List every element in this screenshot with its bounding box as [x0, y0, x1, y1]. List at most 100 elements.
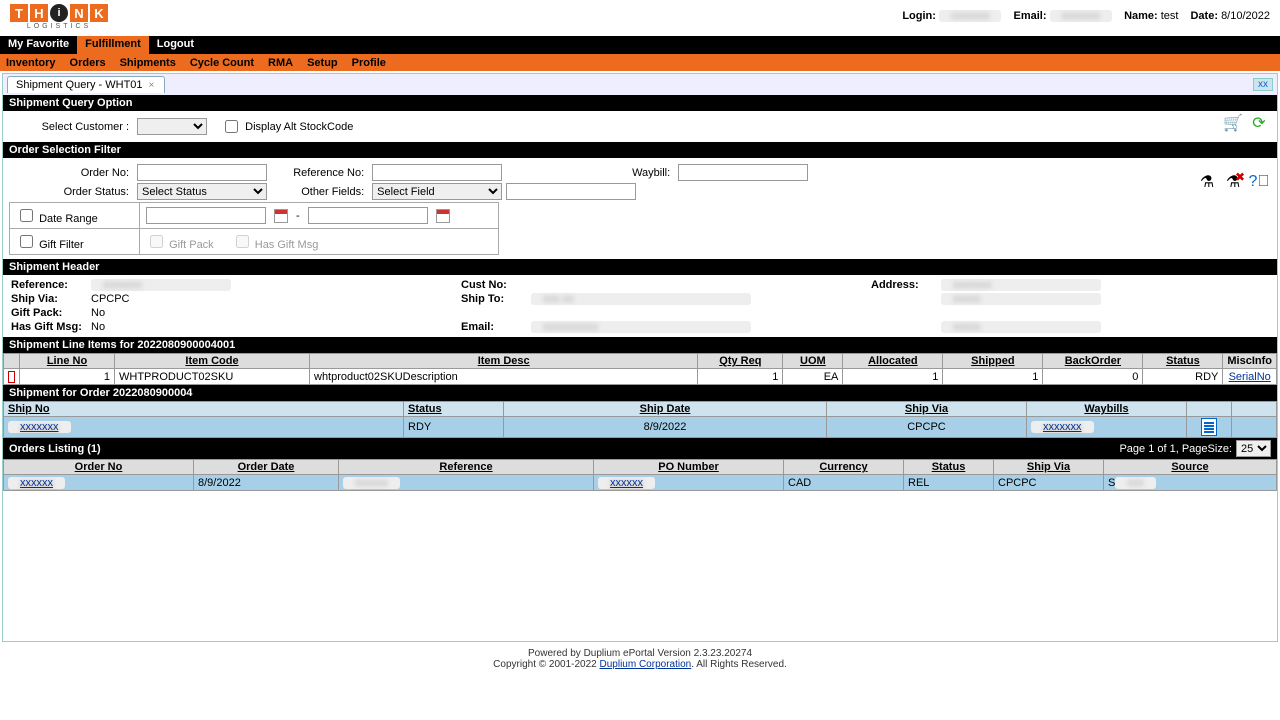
cell-uom: EA	[783, 369, 843, 385]
waybill-input[interactable]	[678, 164, 808, 181]
date-label: Date:	[1190, 10, 1218, 22]
shipment-row[interactable]: xxxxxxx RDY 8/9/2022 CPCPC xxxxxxx	[4, 417, 1277, 438]
cart-icon[interactable]: 🛒	[1223, 113, 1243, 133]
logo-t: T	[10, 4, 28, 22]
select-customer-label: Select Customer :	[9, 121, 129, 133]
nav2-cycle-count[interactable]: Cycle Count	[190, 57, 254, 69]
ocol-order-no[interactable]: Order No	[4, 460, 194, 475]
nav2-shipments[interactable]: Shipments	[120, 57, 176, 69]
nav2-orders[interactable]: Orders	[70, 57, 106, 69]
scol-doc	[1187, 402, 1232, 417]
other-fields-select[interactable]: Select Field	[372, 183, 502, 200]
document-tab[interactable]: Shipment Query - WHT01 ×	[7, 76, 165, 93]
user-info: Login: xxxxxxx Email: xxxxxxx Name: test…	[902, 4, 1270, 22]
hdr-ship-to-v: xxx xx	[531, 293, 751, 305]
hdr-address-v3: xxxxx	[941, 321, 1101, 333]
hdr-ship-via-v: CPCPC	[91, 293, 231, 305]
po-number-link[interactable]: xxxxxx	[598, 477, 655, 489]
logo-subtext: LOGISTICS	[10, 23, 108, 30]
gift-filter-checkbox[interactable]	[20, 235, 33, 248]
ocol-reference[interactable]: Reference	[339, 460, 594, 475]
scol-ship-no[interactable]: Ship No	[4, 402, 404, 417]
date-to-input[interactable]	[308, 207, 428, 224]
calendar-from-icon[interactable]	[274, 209, 288, 223]
nav2-setup[interactable]: Setup	[307, 57, 338, 69]
document-tab-label: Shipment Query - WHT01	[16, 79, 143, 91]
email-value: xxxxxxx	[1050, 10, 1113, 22]
serialno-link[interactable]: SerialNo	[1229, 371, 1271, 383]
scol-ship-date[interactable]: Ship Date	[504, 402, 827, 417]
waybill-link[interactable]: xxxxxxx	[1031, 421, 1094, 433]
ocol-order-date[interactable]: Order Date	[194, 460, 339, 475]
ocol-source[interactable]: Source	[1104, 460, 1277, 475]
ocol-currency[interactable]: Currency	[784, 460, 904, 475]
order-no-label: Order No:	[9, 167, 129, 179]
logo-h: H	[30, 4, 48, 22]
help-icon[interactable]: ?⃝	[1249, 172, 1269, 192]
order-no-input[interactable]	[137, 164, 267, 181]
ocol-po-number[interactable]: PO Number	[594, 460, 784, 475]
other-fields-input[interactable]	[506, 183, 636, 200]
orders-table: Order No Order Date Reference PO Number …	[3, 459, 1277, 491]
nav2-profile[interactable]: Profile	[352, 57, 386, 69]
date-range-label: Date Range	[39, 213, 98, 225]
ocol-status[interactable]: Status	[904, 460, 994, 475]
hdr-gift-pack-k: Gift Pack:	[11, 307, 91, 319]
nav-fulfillment[interactable]: Fulfillment	[77, 36, 149, 54]
col-miscinfo: MiscInfo	[1223, 354, 1277, 369]
filter-icon[interactable]: ⚗	[1197, 172, 1217, 192]
close-tab-icon[interactable]: ×	[149, 80, 155, 91]
col-qty-req[interactable]: Qty Req	[698, 354, 783, 369]
ocell-status: REL	[904, 475, 994, 491]
date-from-input[interactable]	[146, 207, 266, 224]
scol-status[interactable]: Status	[404, 402, 504, 417]
col-shipped[interactable]: Shipped	[943, 354, 1043, 369]
nav-logout[interactable]: Logout	[149, 36, 202, 54]
col-uom[interactable]: UOM	[783, 354, 843, 369]
hdr-has-gift-msg-k: Has Gift Msg:	[11, 321, 91, 333]
display-alt-checkbox[interactable]	[225, 120, 238, 133]
pagesize-select[interactable]: 25	[1236, 440, 1271, 457]
col-item-code[interactable]: Item Code	[115, 354, 310, 369]
section-ship-header: Shipment Header	[3, 259, 1277, 275]
refresh-icon[interactable]: ⟳	[1249, 113, 1269, 133]
hdr-address-v1: xxxxxxx	[941, 279, 1101, 291]
section-order-filter: Order Selection Filter	[3, 142, 1277, 158]
ocell-currency: CAD	[784, 475, 904, 491]
cell-status: RDY	[1143, 369, 1223, 385]
col-item-desc[interactable]: Item Desc	[310, 354, 698, 369]
col-backorder[interactable]: BackOrder	[1043, 354, 1143, 369]
nav-my-favorite[interactable]: My Favorite	[0, 36, 77, 54]
other-fields-label: Other Fields:	[284, 186, 364, 198]
nav2-inventory[interactable]: Inventory	[6, 57, 56, 69]
document-icon[interactable]	[1201, 418, 1217, 436]
scell-ship-via: CPCPC	[827, 417, 1027, 438]
calendar-to-icon[interactable]	[436, 209, 450, 223]
order-no-link[interactable]: xxxxxx	[8, 477, 65, 489]
col-status[interactable]: Status	[1143, 354, 1223, 369]
line-item-row[interactable]: 1 WHTPRODUCT02SKU whtproduct02SKUDescrip…	[4, 369, 1277, 385]
nav2-rma[interactable]: RMA	[268, 57, 293, 69]
duplium-link[interactable]: Duplium Corporation	[600, 659, 692, 670]
cell-item-desc: whtproduct02SKUDescription	[310, 369, 698, 385]
section-orders-listing: Orders Listing (1)	[9, 443, 101, 455]
scol-ship-via[interactable]: Ship Via	[827, 402, 1027, 417]
hdr-has-gift-msg-v: No	[91, 321, 231, 333]
select-customer-dropdown[interactable]	[137, 118, 207, 135]
cell-shipped: 1	[943, 369, 1043, 385]
panel-close-button[interactable]: xx	[1253, 78, 1273, 91]
clear-filter-icon[interactable]: ⚗✖	[1223, 172, 1243, 192]
order-status-select[interactable]: Select Status	[137, 183, 267, 200]
scol-waybills[interactable]: Waybills	[1027, 402, 1187, 417]
logo: T H i N K	[10, 4, 108, 22]
col-line-no[interactable]: Line No	[20, 354, 115, 369]
ocell-reference: xxxxxx	[343, 477, 400, 489]
ship-no-link[interactable]: xxxxxxx	[8, 421, 71, 433]
orders-row[interactable]: xxxxxx 8/9/2022 xxxxxx xxxxxx CAD REL CP…	[4, 475, 1277, 491]
line-items-table: Line No Item Code Item Desc Qty Req UOM …	[3, 353, 1277, 385]
col-allocated[interactable]: Allocated	[843, 354, 943, 369]
reference-no-input[interactable]	[372, 164, 502, 181]
gift-pack-checkbox	[150, 235, 163, 248]
ocol-ship-via[interactable]: Ship Via	[994, 460, 1104, 475]
date-range-checkbox[interactable]	[20, 209, 33, 222]
